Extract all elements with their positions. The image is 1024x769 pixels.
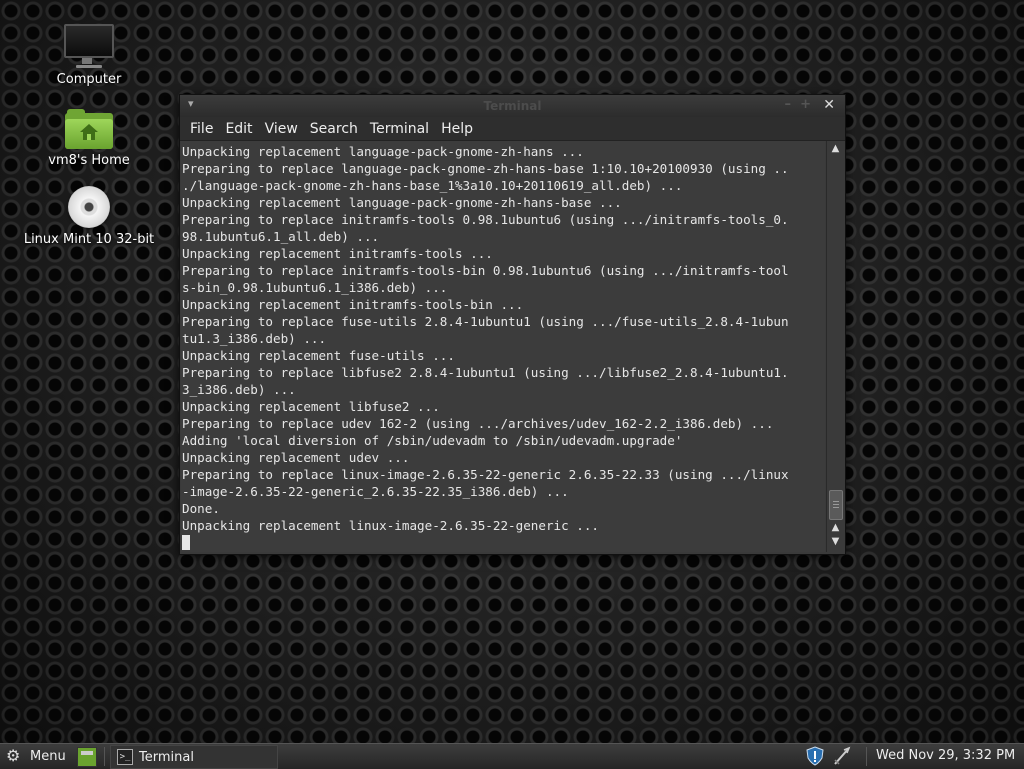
close-icon[interactable]: ✕ xyxy=(823,97,835,113)
main-menu-label: Menu xyxy=(30,748,66,764)
panel-separator xyxy=(104,747,105,766)
window-menubar: File Edit View Search Terminal Help xyxy=(180,117,845,141)
terminal-window[interactable]: ▾ Terminal – + ✕ File Edit View Search T… xyxy=(179,94,846,555)
menu-terminal[interactable]: Terminal xyxy=(364,121,435,137)
menu-search[interactable]: Search xyxy=(304,121,364,137)
network-icon[interactable] xyxy=(832,746,852,766)
cd-disc-icon xyxy=(68,186,110,228)
desktop-icon-home[interactable]: vm8's Home xyxy=(19,109,159,168)
minimize-icon[interactable]: – xyxy=(785,97,792,112)
scroll-up-arrow-icon[interactable]: ▲ xyxy=(827,522,844,533)
gear-icon: ⚙ xyxy=(6,746,21,765)
scrollbar-thumb[interactable] xyxy=(829,490,843,520)
update-manager-shield-icon[interactable] xyxy=(806,746,824,766)
bottom-panel: ⚙ Menu >_ Terminal Wed Nov 29, 3:32 PM xyxy=(0,743,1024,769)
panel-separator xyxy=(866,747,867,766)
scroll-down-arrow-icon[interactable]: ▼ xyxy=(827,536,844,547)
maximize-icon[interactable]: + xyxy=(800,97,811,112)
scroll-up-arrow-icon[interactable]: ▲ xyxy=(827,143,844,154)
desktop-icon-cdrom[interactable]: Linux Mint 10 32-bit xyxy=(19,186,159,247)
terminal-cursor xyxy=(182,535,190,550)
terminal-output-text: Unpacking replacement language-pack-gnom… xyxy=(182,144,789,533)
taskbar-button-terminal[interactable]: >_ Terminal xyxy=(110,745,278,769)
taskbar-button-label: Terminal xyxy=(139,749,194,765)
window-titlebar[interactable]: ▾ Terminal – + ✕ xyxy=(180,95,845,117)
menu-help[interactable]: Help xyxy=(435,121,479,137)
panel-clock[interactable]: Wed Nov 29, 3:32 PM xyxy=(876,748,1015,763)
terminal-output-area[interactable]: Unpacking replacement language-pack-gnom… xyxy=(181,141,825,552)
desktop-icon-label: vm8's Home xyxy=(48,153,130,168)
desktop-icon-computer[interactable]: Computer xyxy=(19,24,159,87)
menu-file[interactable]: File xyxy=(184,121,219,137)
menu-edit[interactable]: Edit xyxy=(219,121,258,137)
window-title: Terminal xyxy=(483,99,542,113)
terminal-icon: >_ xyxy=(117,749,133,765)
terminal-scrollbar[interactable]: ▲ ▲ ▼ xyxy=(826,141,844,552)
desktop-icon-label: Linux Mint 10 32-bit xyxy=(23,232,155,247)
desktop-icon-label: Computer xyxy=(56,72,122,87)
file-manager-launcher-icon[interactable] xyxy=(77,747,97,767)
menu-view[interactable]: View xyxy=(259,121,304,137)
computer-icon xyxy=(19,24,159,68)
main-menu-button[interactable]: ⚙ Menu xyxy=(6,747,66,765)
home-folder-icon xyxy=(65,109,113,149)
